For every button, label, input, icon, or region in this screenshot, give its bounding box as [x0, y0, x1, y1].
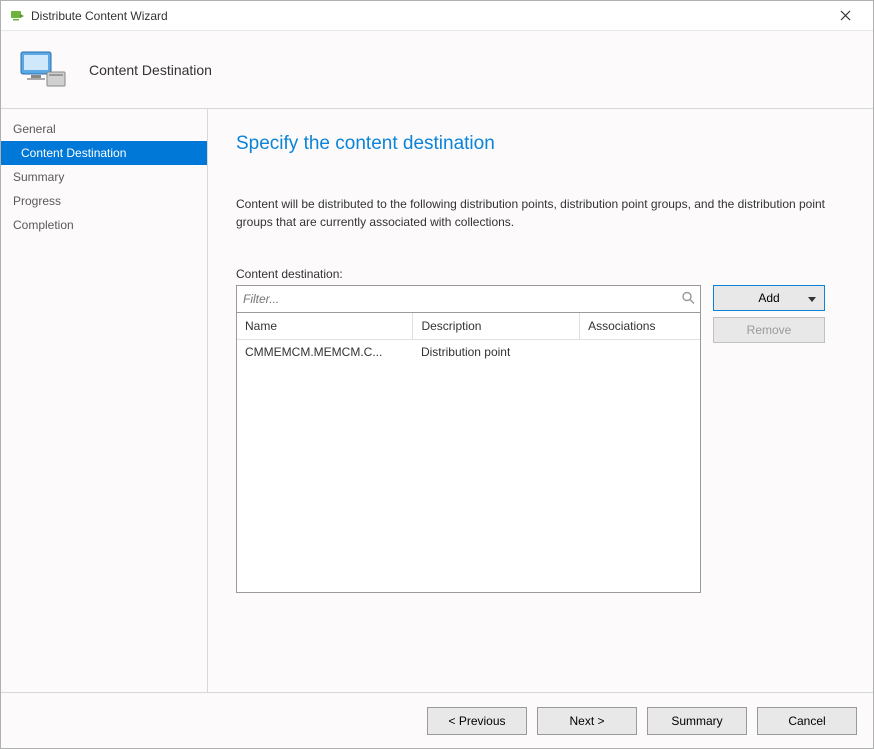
header-icon	[17, 46, 65, 94]
table-header-row: Name Description Associations	[237, 313, 700, 340]
footer: < Previous Next > Summary Cancel	[1, 692, 873, 748]
col-associations[interactable]: Associations	[580, 313, 700, 340]
destination-left: Name Description Associations CMMEMCM.ME…	[236, 285, 701, 593]
next-label: Next >	[569, 714, 604, 728]
destination-row: Name Description Associations CMMEMCM.ME…	[236, 285, 845, 593]
add-button[interactable]: Add	[713, 285, 825, 311]
remove-button-label: Remove	[747, 323, 792, 337]
close-icon	[840, 10, 851, 21]
main-panel: Specify the content destination Content …	[208, 109, 873, 692]
header-strip: Content Destination	[1, 31, 873, 109]
filter-wrap	[236, 285, 701, 313]
summary-label: Summary	[671, 714, 722, 728]
close-button[interactable]	[825, 2, 865, 30]
cancel-label: Cancel	[788, 714, 825, 728]
next-button[interactable]: Next >	[537, 707, 637, 735]
sidebar-item-completion[interactable]: Completion	[1, 213, 207, 237]
summary-button[interactable]: Summary	[647, 707, 747, 735]
titlebar: Distribute Content Wizard	[1, 1, 873, 31]
sidebar-item-content-destination[interactable]: Content Destination	[1, 141, 207, 165]
remove-button: Remove	[713, 317, 825, 343]
destination-buttons: Add Remove	[713, 285, 825, 343]
wizard-window: Distribute Content Wizard Content Destin…	[0, 0, 874, 749]
destination-table-wrap: Name Description Associations CMMEMCM.ME…	[236, 313, 701, 593]
previous-button[interactable]: < Previous	[427, 707, 527, 735]
cell-description: Distribution point	[413, 340, 580, 365]
app-icon	[9, 8, 25, 24]
cell-associations	[580, 340, 700, 365]
page-heading: Specify the content destination	[236, 133, 845, 155]
previous-label: < Previous	[448, 714, 505, 728]
add-button-label: Add	[758, 291, 779, 305]
cell-name: CMMEMCM.MEMCM.C...	[237, 340, 413, 365]
sidebar-item-general[interactable]: General	[1, 117, 207, 141]
table-row[interactable]: CMMEMCM.MEMCM.C... Distribution point	[237, 340, 700, 365]
col-description[interactable]: Description	[413, 313, 580, 340]
content-destination-label: Content destination:	[236, 267, 845, 281]
instruction-text: Content will be distributed to the follo…	[236, 195, 845, 231]
destination-table[interactable]: Name Description Associations CMMEMCM.ME…	[237, 313, 700, 364]
header-step-title: Content Destination	[89, 62, 212, 78]
cancel-button[interactable]: Cancel	[757, 707, 857, 735]
filter-input[interactable]	[237, 286, 700, 312]
chevron-down-icon	[808, 291, 816, 305]
sidebar: General Content Destination Summary Prog…	[1, 109, 208, 692]
window-title: Distribute Content Wizard	[31, 9, 825, 23]
sidebar-item-progress[interactable]: Progress	[1, 189, 207, 213]
col-name[interactable]: Name	[237, 313, 413, 340]
sidebar-item-summary[interactable]: Summary	[1, 165, 207, 189]
wizard-body: General Content Destination Summary Prog…	[1, 109, 873, 692]
